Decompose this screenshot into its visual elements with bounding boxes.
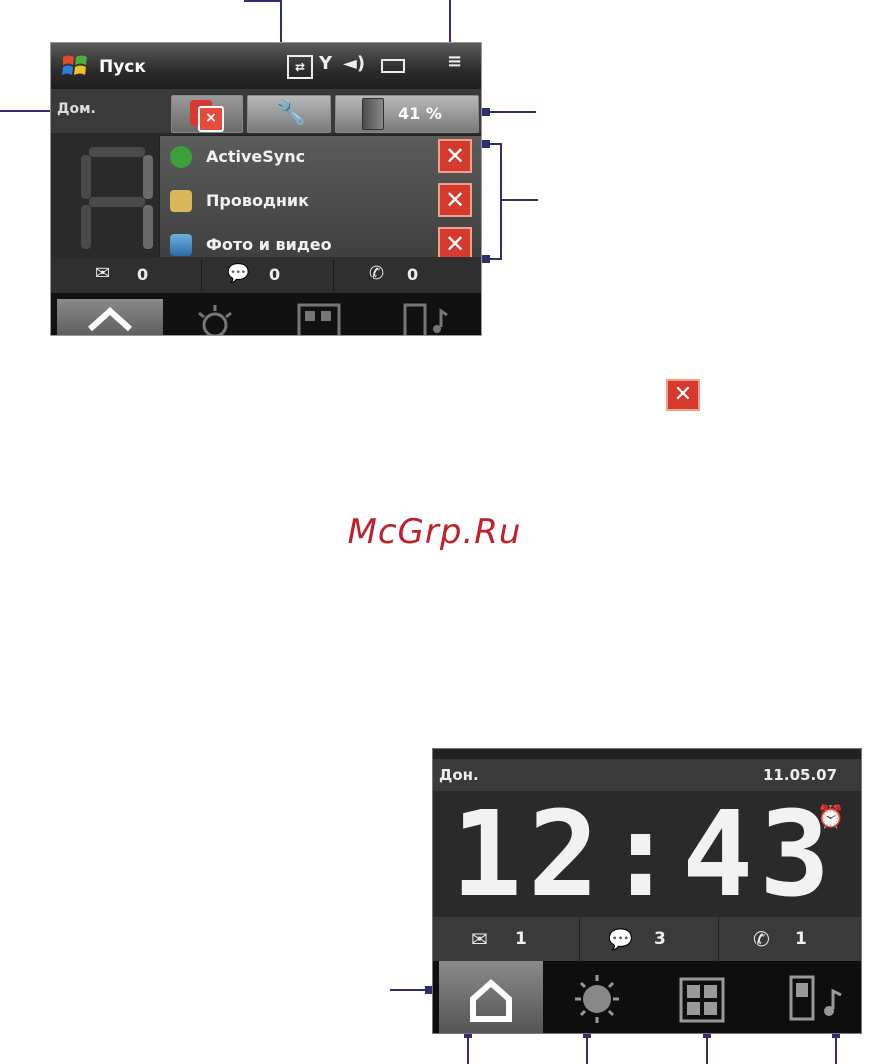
tab-music[interactable] (401, 301, 461, 335)
alarm-icon[interactable]: ⏰ (817, 805, 844, 830)
sms-icon: 💬 (227, 263, 250, 284)
battery-icon[interactable] (381, 59, 405, 73)
home-icon (470, 978, 512, 1022)
menu-item-label: Фото и видео (206, 235, 332, 254)
callout-dot (482, 108, 490, 116)
connectivity-icon[interactable]: ⇄ (287, 55, 313, 79)
signal-icon[interactable]: Y (319, 53, 332, 74)
photos-icon (170, 234, 192, 256)
callout-dot (482, 255, 490, 263)
music-icon (789, 975, 842, 1021)
tab-home[interactable] (57, 299, 163, 335)
mail-count[interactable]: ✉ 1 (433, 917, 580, 961)
close-icon: ✕ (666, 379, 700, 411)
tab-bar (433, 961, 861, 1033)
activesync-icon (170, 146, 192, 168)
battery-level-icon (362, 98, 384, 130)
launcher-icon (297, 303, 341, 335)
launcher-icon (679, 977, 725, 1023)
notification-counts: ✉ 0 💬 0 ✆ 0 (51, 257, 481, 293)
missed-call-count[interactable]: ✆ 1 (719, 917, 861, 961)
top-button-bar: Дом. × 🔧 41 % (51, 89, 481, 133)
close-apps-icon-front: × (198, 106, 224, 132)
watermark: McGrp.Ru (347, 512, 522, 552)
close-icon[interactable]: ✕ (438, 139, 472, 173)
bottom-device-screen: Дон. 11.05.07 12:43 ⏰ ✉ 1 💬 3 ✆ 1 (432, 748, 862, 1034)
tab-weather[interactable] (567, 961, 627, 1033)
tab-bar (51, 293, 481, 335)
tab-music[interactable] (787, 961, 849, 1033)
weather-icon (198, 305, 232, 335)
sms-count[interactable]: 💬 3 (580, 917, 719, 961)
sms-count-value: 3 (654, 929, 666, 949)
phone-count-value: 0 (407, 265, 419, 284)
close-icon[interactable]: ✕ (438, 183, 472, 217)
menu-item-label: Проводник (206, 191, 309, 210)
clock-time: 12:43 (451, 785, 837, 923)
start-label[interactable]: Пуск (99, 57, 146, 77)
missed-call-icon: ✆ (753, 927, 770, 951)
day-label: Дом. (57, 101, 96, 117)
battery-button[interactable]: 41 % (335, 95, 479, 133)
mail-icon: ✉ (471, 927, 488, 951)
mail-count[interactable]: ✉ 0 (51, 259, 202, 291)
clock-digit-bg (81, 147, 157, 257)
date-label: 11.05.07 (763, 766, 838, 784)
sms-count-value: 0 (269, 265, 281, 284)
menu-item-activesync[interactable]: ActiveSync ✕ (160, 136, 481, 178)
phone-count[interactable]: ✆ 0 (335, 259, 481, 291)
wrench-icon: 🔧 (276, 98, 306, 126)
close-icon[interactable]: ✕ (438, 227, 472, 261)
tab-launcher[interactable] (297, 301, 341, 335)
mail-count-value: 0 (137, 265, 149, 284)
callout-line (484, 111, 536, 113)
top-device-screen: Пуск ⇄ Y ◄) ≡ Дом. × 🔧 41 % ActiveSync ✕… (50, 42, 482, 336)
battery-percent: 41 % (398, 104, 442, 123)
clock-panel[interactable]: 12:43 ⏰ (433, 791, 861, 917)
day-label: Дон. (439, 766, 479, 784)
menu-item-explorer[interactable]: Проводник ✕ (160, 180, 481, 222)
volume-icon[interactable]: ◄) (343, 53, 365, 74)
sms-icon: 💬 (608, 927, 633, 951)
notification-counts: ✉ 1 💬 3 ✆ 1 (433, 917, 861, 961)
explorer-icon (170, 190, 192, 212)
weather-icon (575, 975, 619, 1023)
phone-icon: ✆ (369, 263, 385, 284)
missed-call-count-value: 1 (795, 929, 807, 949)
callout-line (244, 0, 282, 2)
tab-weather[interactable] (185, 301, 245, 335)
title-bar: Пуск ⇄ Y ◄) ≡ (51, 43, 481, 89)
callout-line (500, 199, 538, 201)
menu-item-label: ActiveSync (206, 147, 306, 166)
settings-button[interactable]: 🔧 (247, 95, 331, 133)
mail-icon: ✉ (95, 263, 111, 284)
music-icon (403, 303, 448, 335)
running-apps-menu: ActiveSync ✕ Проводник ✕ Фото и видео ✕ (159, 135, 481, 269)
tab-home[interactable] (439, 961, 543, 1033)
sms-count[interactable]: 💬 0 (203, 259, 334, 291)
callout-dot (482, 140, 490, 148)
task-manager-button[interactable]: × (171, 95, 243, 133)
mail-count-value: 1 (515, 929, 527, 949)
windows-start-icon[interactable] (61, 53, 89, 79)
menu-dropdown-icon[interactable]: ≡ (447, 51, 462, 72)
home-icon (87, 306, 133, 332)
tab-launcher[interactable] (677, 961, 727, 1033)
callout-line (500, 143, 502, 260)
